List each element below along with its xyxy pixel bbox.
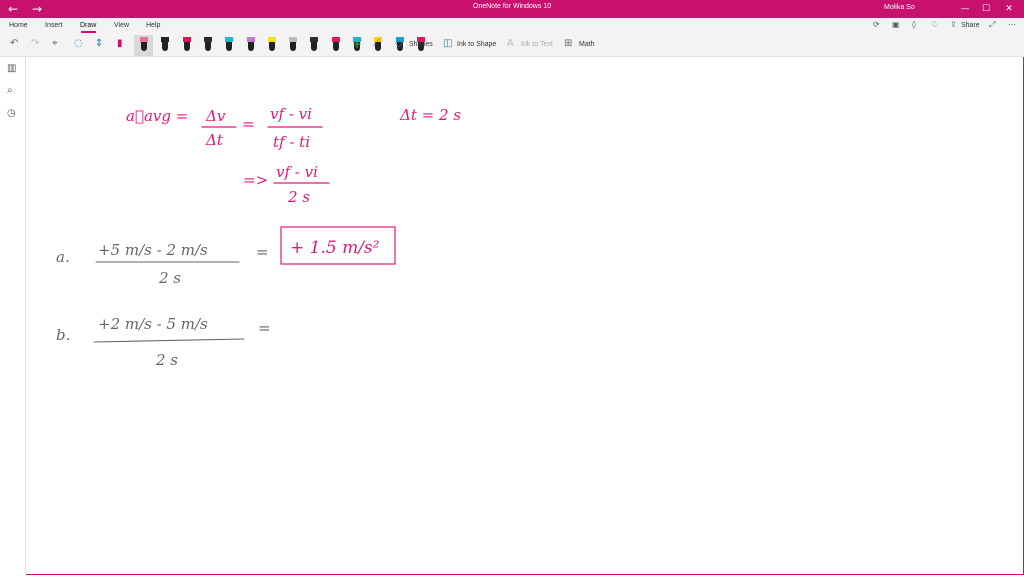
part-a-numerator: +5 m/s - 2 m/s	[98, 241, 208, 259]
pen-body-icon	[247, 42, 254, 51]
add-space-icon[interactable]: ⇕	[95, 38, 103, 50]
pen-body-icon	[141, 42, 147, 51]
lightbulb-icon[interactable]: ◊	[912, 20, 916, 29]
part-b-equals: =	[258, 319, 271, 337]
part-b-denominator: 2 s	[155, 351, 178, 369]
search-icon[interactable]: ⌕	[7, 85, 13, 96]
pen-body-icon	[311, 42, 318, 51]
pen-7[interactable]	[267, 37, 276, 51]
tab-home[interactable]: Home	[9, 22, 28, 29]
pen-10[interactable]	[331, 37, 340, 51]
shapes-icon[interactable]: ◇	[395, 38, 403, 50]
bell-icon[interactable]: ♢	[931, 20, 938, 29]
ink-to-text-button[interactable]: Ink to Text	[521, 41, 553, 48]
velocity-difference-2: vf - vi	[276, 163, 318, 181]
active-tab-indicator	[81, 31, 96, 33]
pen-3[interactable]	[182, 37, 191, 51]
eraser-icon[interactable]: ▮	[117, 38, 123, 50]
part-b-label: b.	[56, 326, 70, 344]
redo-icon[interactable]: ↷	[31, 38, 39, 50]
pen-body-icon	[332, 42, 339, 51]
ink-to-shape-button[interactable]: Ink to Shape	[457, 41, 496, 48]
pen-9[interactable]	[310, 37, 319, 51]
delta-t-given: Δt = 2 s	[399, 106, 461, 124]
title-bar: ← → OneNote for Windows 10 Molika So — ☐…	[0, 0, 1024, 18]
tab-draw[interactable]: Draw	[80, 22, 96, 29]
implies-arrow: =>	[243, 171, 268, 189]
two-seconds: 2 s	[287, 188, 310, 206]
delta-v: Δv	[205, 107, 226, 125]
pen-body-icon	[290, 42, 297, 51]
avg-acceleration-label: a⃗avg =	[126, 107, 188, 125]
notebook-icon[interactable]: ▣	[892, 20, 900, 29]
share-button[interactable]: Share	[961, 22, 980, 29]
time-difference: tf - ti	[273, 133, 310, 151]
notebooks-icon[interactable]: ▥	[7, 63, 16, 74]
equals-sign: =	[242, 115, 255, 133]
ink-to-shape-icon[interactable]: ◫	[443, 38, 452, 50]
pen-body-icon	[226, 42, 233, 51]
navigation-rail: ▥ ⌕ ◷	[0, 57, 26, 575]
tab-view[interactable]: View	[114, 22, 129, 29]
part-a-denominator: 2 s	[158, 269, 181, 287]
math-button[interactable]: Math	[579, 41, 595, 48]
pen-body-icon	[204, 42, 211, 51]
undo-icon[interactable]: ↶	[10, 38, 18, 50]
pen-body-icon	[162, 42, 169, 51]
maximize-icon[interactable]: ☐	[978, 2, 994, 16]
pen-body-icon	[183, 42, 190, 51]
close-icon[interactable]: ✕	[1001, 2, 1017, 16]
part-a-label: a.	[56, 248, 70, 266]
more-icon[interactable]: ⋯	[1008, 20, 1016, 29]
fraction-bar	[93, 338, 245, 343]
pen-8[interactable]	[289, 37, 298, 51]
shapes-button[interactable]: Shapes	[409, 41, 433, 48]
minimize-icon[interactable]: —	[957, 2, 973, 16]
ink-to-text-icon[interactable]: A	[507, 38, 514, 50]
tab-help[interactable]: Help	[146, 22, 160, 29]
answer-a-result: + 1.5 m/s²	[290, 238, 380, 258]
window-title: OneNote for Windows 10	[472, 3, 552, 10]
sync-icon[interactable]: ⟳	[873, 20, 880, 29]
math-icon[interactable]: ⊞	[564, 38, 572, 50]
part-a-equals: =	[256, 243, 269, 261]
add-pen-icon[interactable]: +	[352, 38, 362, 50]
tab-insert[interactable]: Insert	[45, 22, 63, 29]
recent-notes-icon[interactable]: ◷	[7, 108, 16, 119]
lasso-select-icon[interactable]: ⌖	[52, 38, 58, 50]
pen-4[interactable]	[203, 37, 212, 51]
user-name[interactable]: Molika So	[884, 4, 915, 11]
pen-5[interactable]	[225, 37, 234, 51]
note-canvas[interactable]: a⃗avg = Δv Δt = vf - vi tf - ti Δt = 2 s…	[26, 57, 1022, 574]
pen-1[interactable]	[140, 37, 148, 51]
pen-2[interactable]	[161, 37, 170, 51]
delta-t: Δt	[205, 131, 224, 149]
share-icon[interactable]: ⇪	[950, 20, 957, 29]
velocity-difference: vf - vi	[270, 105, 312, 123]
pen-6[interactable]	[246, 37, 255, 51]
pen-body-icon	[268, 42, 275, 51]
part-b-numerator: +2 m/s - 5 m/s	[98, 315, 208, 333]
ruler-icon[interactable]: ⟋	[373, 38, 380, 50]
lasso-icon[interactable]: ◌	[74, 38, 83, 50]
expand-icon[interactable]: ⤢	[989, 20, 995, 30]
